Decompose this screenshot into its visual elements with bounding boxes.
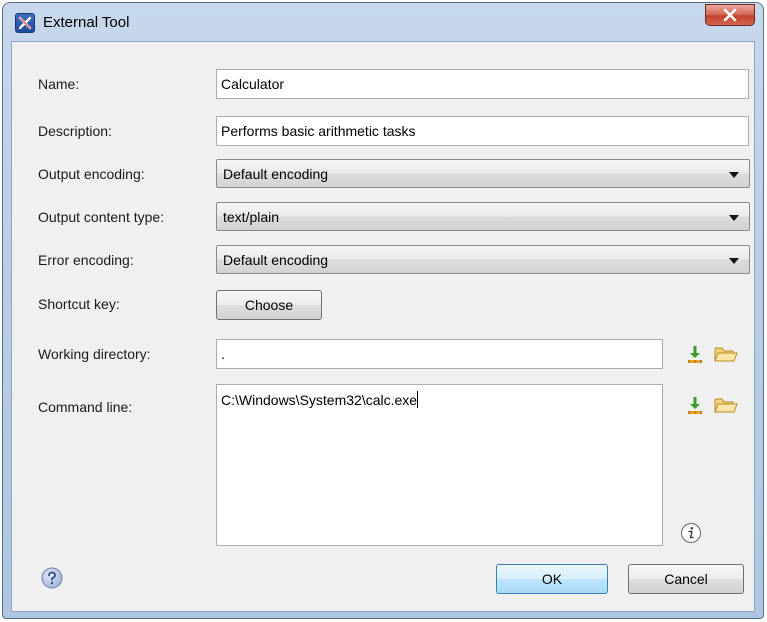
name-label: Name: <box>38 76 80 92</box>
description-label: Description: <box>38 123 112 139</box>
close-button[interactable] <box>705 4 755 26</box>
error-encoding-select[interactable]: Default encoding <box>216 245 750 274</box>
text-caret <box>417 391 419 408</box>
insert-variable-icon[interactable] <box>684 343 706 365</box>
insert-variable-icon[interactable] <box>684 394 706 416</box>
working-directory-input[interactable]: . <box>216 339 663 369</box>
external-tool-dialog: External Tool Name: Calculator Descripti… <box>2 2 764 619</box>
title-bar[interactable]: External Tool <box>3 3 763 43</box>
command-line-text: C:\Windows\System32\calc.exe <box>221 392 418 408</box>
window-title: External Tool <box>43 14 130 31</box>
command-line-textarea[interactable]: C:\Windows\System32\calc.exe <box>216 384 663 546</box>
output-content-type-value: text/plain <box>223 209 280 225</box>
output-encoding-label: Output encoding: <box>38 166 145 182</box>
help-icon[interactable] <box>41 567 63 589</box>
close-icon <box>723 8 737 22</box>
app-icon <box>15 13 35 33</box>
name-input[interactable]: Calculator <box>216 69 749 99</box>
output-encoding-value: Default encoding <box>223 166 329 182</box>
output-encoding-select[interactable]: Default encoding <box>216 159 750 188</box>
folder-icon[interactable] <box>713 394 739 416</box>
chevron-down-icon <box>729 215 739 221</box>
folder-icon[interactable] <box>713 343 739 365</box>
dialog-body: Name: Calculator Description: Performs b… <box>11 41 755 612</box>
chevron-down-icon <box>729 172 739 178</box>
info-icon[interactable] <box>680 522 702 544</box>
error-encoding-value: Default encoding <box>223 252 329 268</box>
output-content-type-select[interactable]: text/plain <box>216 202 750 231</box>
working-directory-label: Working directory: <box>38 346 151 362</box>
cancel-button[interactable]: Cancel <box>628 564 744 594</box>
description-input[interactable]: Performs basic arithmetic tasks <box>216 116 749 146</box>
choose-shortcut-button[interactable]: Choose <box>216 290 322 320</box>
output-content-type-label: Output content type: <box>38 209 165 225</box>
error-encoding-label: Error encoding: <box>38 252 134 268</box>
shortcut-key-label: Shortcut key: <box>38 296 120 312</box>
command-line-label: Command line: <box>38 399 133 415</box>
ok-button[interactable]: OK <box>496 564 608 594</box>
chevron-down-icon <box>729 258 739 264</box>
